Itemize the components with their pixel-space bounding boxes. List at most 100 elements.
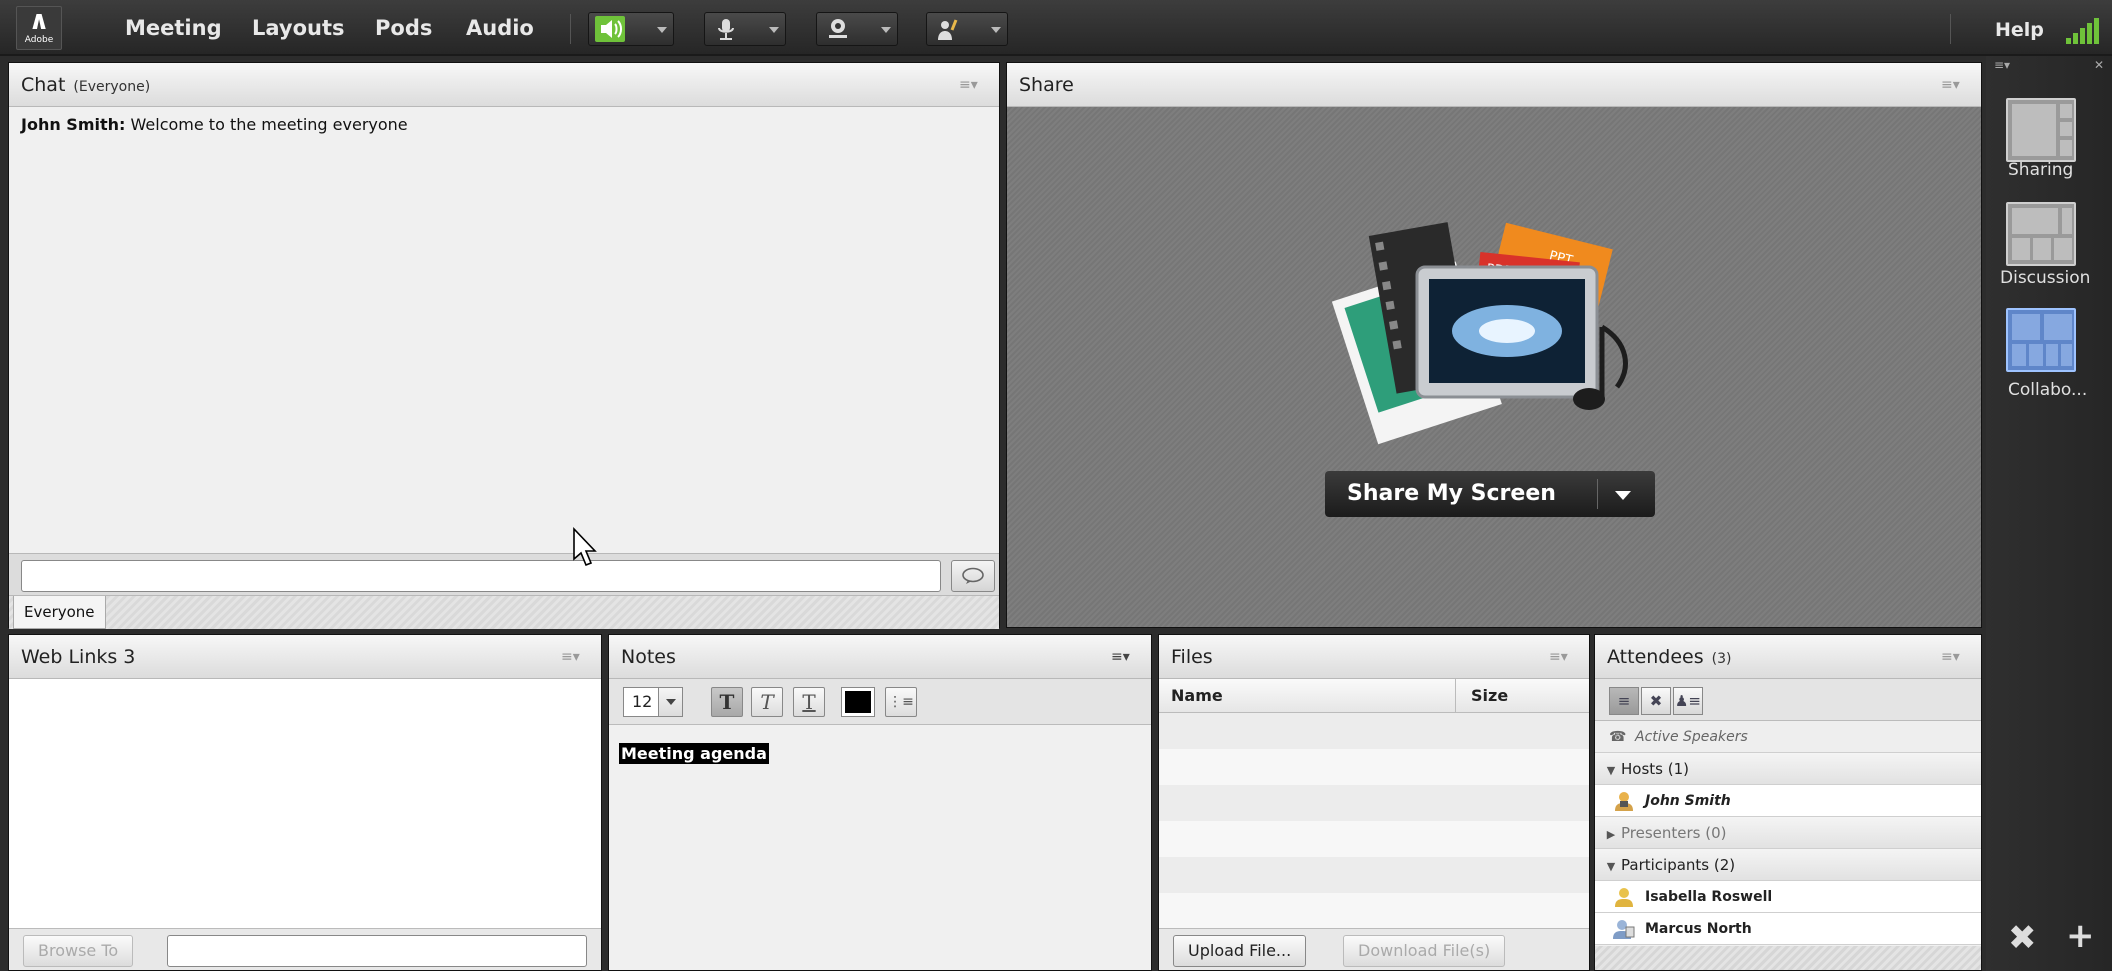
layout-label-sharing[interactable]: Sharing — [2008, 160, 2073, 180]
speaker-icon — [595, 16, 625, 42]
weblinks-list — [9, 679, 601, 928]
detail-view-icon[interactable]: ♟≡ — [1673, 687, 1703, 715]
speaker-button[interactable] — [588, 12, 674, 46]
column-size[interactable]: Size — [1471, 679, 1508, 713]
files-pod-title: Files — [1171, 646, 1213, 668]
share-pod: Share ≡▾ PPT PDF Share My Screen — [1006, 62, 1982, 628]
button-divider — [1597, 479, 1598, 509]
layout-label-discussion[interactable]: Discussion — [2000, 268, 2090, 288]
adobe-logo-mark-icon: ∧ — [28, 6, 50, 36]
group-presenters[interactable]: ▶ Presenters (0) — [1595, 817, 1981, 849]
chevron-down-icon — [991, 27, 1001, 33]
chat-title: Chat — [21, 74, 66, 96]
chat-pod: Chat (Everyone) ≡▾ John Smith: Welcome to… — [8, 62, 1000, 629]
chat-message: John Smith: Welcome to the meeting every… — [21, 115, 408, 134]
upload-file-button[interactable]: Upload File... — [1173, 935, 1307, 967]
mouse-cursor-icon — [573, 527, 597, 567]
pod-options-icon[interactable]: ≡▾ — [561, 649, 583, 665]
expanded-triangle-icon: ▼ — [1606, 860, 1616, 873]
notes-pod: Notes ≡▾ 12 T T T ⋮≡ Meeting agenda — [608, 634, 1152, 971]
status-view-icon[interactable]: ✖ — [1641, 687, 1671, 715]
help-menu[interactable]: Help — [1995, 0, 2044, 60]
layout-thumb-sharing[interactable] — [2006, 98, 2076, 162]
italic-button[interactable]: T — [751, 687, 783, 717]
pod-options-icon[interactable]: ≡▾ — [1549, 649, 1571, 665]
share-my-screen-button[interactable]: Share My Screen — [1325, 471, 1655, 517]
connection-signal-icon — [2064, 18, 2099, 44]
text-color-picker[interactable] — [841, 687, 875, 717]
chat-pod-title: Chat (Everyone) — [21, 63, 150, 109]
participant-user-icon — [1613, 919, 1635, 939]
participant-user-icon — [1613, 887, 1635, 907]
bold-button[interactable]: T — [711, 687, 743, 717]
attendees-pod-header: Attendees (3) ≡▾ — [1595, 635, 1981, 679]
files-footer: Upload File... Download File(s) — [1159, 928, 1589, 970]
layout-label-collaboration[interactable]: Collabo... — [2008, 380, 2087, 400]
group-participants[interactable]: ▼ Participants (2) — [1595, 849, 1981, 881]
font-size-select[interactable]: 12 — [623, 687, 683, 717]
pod-options-icon[interactable]: ≡▾ — [1941, 649, 1963, 665]
bullet-list-button[interactable]: ⋮≡ — [885, 687, 917, 717]
collapsed-triangle-icon: ▶ — [1606, 828, 1616, 841]
browse-to-button[interactable]: Browse To — [23, 935, 134, 967]
table-row — [1159, 713, 1589, 749]
chat-pod-header: Chat (Everyone) ≡▾ — [9, 63, 999, 107]
chevron-down-icon[interactable] — [1615, 491, 1631, 500]
download-files-button[interactable]: Download File(s) — [1343, 935, 1506, 967]
chat-tab-everyone[interactable]: Everyone — [13, 596, 106, 629]
chevron-down-icon — [881, 27, 891, 33]
raise-hand-button[interactable] — [926, 12, 1008, 46]
weblink-url-input[interactable] — [167, 935, 587, 967]
microphone-button[interactable] — [704, 12, 786, 46]
speech-bubble-icon — [962, 567, 984, 584]
group-label: Presenters (0) — [1621, 824, 1727, 842]
attendee-row[interactable]: Isabella Roswell — [1595, 881, 1981, 913]
chat-message-input[interactable] — [21, 560, 941, 592]
webcam-button[interactable] — [816, 12, 898, 46]
table-row — [1159, 857, 1589, 893]
layout-thumb-collaboration[interactable] — [2006, 308, 2076, 372]
close-icon[interactable]: ✕ — [2094, 58, 2104, 72]
attendee-name: Isabella Roswell — [1645, 889, 1773, 905]
share-pod-title: Share — [1019, 74, 1074, 96]
webcam-icon — [823, 16, 853, 42]
group-hosts[interactable]: ▼ Hosts (1) — [1595, 753, 1981, 785]
raise-hand-icon — [933, 16, 963, 42]
chat-message-text: Welcome to the meeting everyone — [130, 115, 408, 134]
notes-content[interactable]: Meeting agenda — [619, 743, 769, 764]
notes-pod-title: Notes — [621, 646, 676, 668]
pod-options-icon[interactable]: ≡▾ — [959, 77, 981, 93]
adobe-logo-text: Adobe — [24, 35, 54, 45]
table-row — [1159, 821, 1589, 857]
microphone-icon — [711, 16, 741, 42]
list-view-icon[interactable]: ≡ — [1609, 687, 1639, 715]
menu-bar: ∧ Adobe Meeting Layouts Pods Audio Help — [0, 0, 2112, 56]
chat-send-button[interactable] — [951, 560, 995, 592]
pod-options-icon[interactable]: ≡▾ — [1941, 77, 1963, 93]
adobe-logo: ∧ Adobe — [16, 6, 62, 50]
table-row — [1159, 893, 1589, 929]
menu-pods[interactable]: Pods — [375, 0, 432, 56]
menu-audio[interactable]: Audio — [466, 0, 534, 56]
chevron-down-icon — [657, 27, 667, 33]
weblinks-pod-header: Web Links 3 ≡▾ — [9, 635, 601, 679]
add-layout-icon[interactable]: + — [2066, 916, 2095, 956]
active-speakers-label: Active Speakers — [1635, 729, 1748, 745]
pod-options-icon[interactable]: ≡▾ — [1111, 649, 1133, 665]
weblinks-footer: Browse To — [9, 928, 601, 970]
attendee-row[interactable]: John Smith — [1595, 785, 1981, 817]
layouts-menu-icon[interactable]: ≡▾ — [1994, 58, 2010, 72]
app-window: ∧ Adobe Meeting Layouts Pods Audio Help … — [0, 0, 2112, 971]
menu-meeting[interactable]: Meeting — [125, 0, 222, 56]
underline-button[interactable]: T — [793, 687, 825, 717]
tools-icon[interactable]: ✖ — [2008, 918, 2037, 958]
column-name[interactable]: Name — [1171, 679, 1223, 713]
layout-thumb-discussion[interactable] — [2006, 202, 2076, 266]
share-content-illustration-icon: PPT PDF — [1331, 222, 1628, 445]
active-speakers-row: ☎ Active Speakers — [1595, 721, 1981, 753]
chat-audience: (Everyone) — [73, 79, 151, 95]
attendee-row[interactable]: Marcus North — [1595, 913, 1981, 945]
menu-layouts[interactable]: Layouts — [252, 0, 345, 56]
files-pod-header: Files ≡▾ — [1159, 635, 1589, 679]
share-stage: PPT PDF Share My Screen — [1007, 107, 1981, 627]
